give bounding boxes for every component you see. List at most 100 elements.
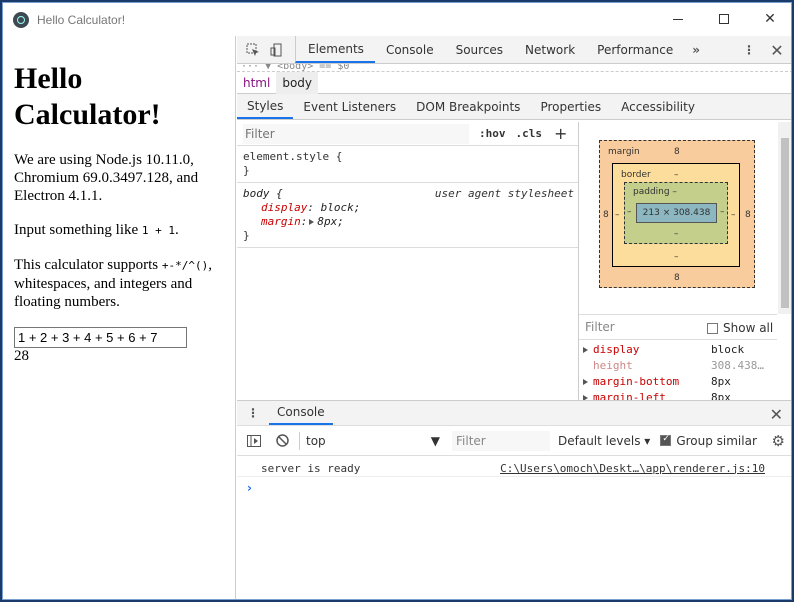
tab-sources[interactable]: Sources	[445, 36, 514, 63]
group-similar-checkbox[interactable]	[660, 434, 672, 446]
show-all-toggle[interactable]: Show all	[707, 321, 773, 335]
calculator-page: Hello Calculator! We are using Node.js 1…	[3, 36, 236, 599]
box-model-border[interactable]: border – – – – padding – – – – 213 × 308…	[612, 163, 740, 267]
close-window-button[interactable]: ✕	[747, 3, 791, 35]
tab-elements[interactable]: Elements	[295, 36, 375, 63]
subtab-event-listeners[interactable]: Event Listeners	[293, 94, 406, 119]
computed-scrollbar[interactable]	[778, 122, 791, 314]
console-drawer: ⋮ Console ✕ top ▼ Filter Default levels ▾…	[237, 400, 791, 599]
styles-filter-input[interactable]	[243, 123, 469, 144]
rule-source[interactable]: user agent stylesheet	[435, 187, 574, 201]
computed-value: block	[711, 343, 745, 356]
input-hint-suffix: .	[175, 222, 179, 238]
expand-arrow-icon[interactable]	[309, 219, 315, 225]
subtab-dom-breakpoints[interactable]: DOM Breakpoints	[406, 94, 530, 119]
border-right-value[interactable]: –	[731, 210, 736, 220]
box-model-margin[interactable]: margin 8 8 8 8 border – – – – padding – …	[599, 140, 755, 288]
expand-arrow-icon[interactable]	[583, 379, 588, 385]
devtools-tabbar: Elements Console Sources Network Perform…	[237, 36, 791, 64]
more-tabs-button[interactable]: »	[684, 36, 708, 63]
drawer-menu-icon[interactable]: ⋮	[237, 401, 269, 425]
body-rule[interactable]: user agent stylesheet body { display: bl…	[237, 183, 578, 248]
inspect-element-icon[interactable]	[241, 36, 265, 63]
log-levels-label: Default levels	[558, 433, 641, 448]
toolbar-divider	[299, 431, 300, 450]
input-hint-example: 1 + 1	[141, 224, 176, 237]
group-similar-toggle[interactable]: Group similar	[660, 434, 757, 448]
box-model-content[interactable]: 213 × 308.438	[636, 203, 717, 223]
subtab-properties[interactable]: Properties	[530, 94, 611, 119]
context-value: top	[306, 433, 326, 448]
computed-row-display[interactable]: display block	[579, 342, 777, 358]
new-rule-button[interactable]: +	[554, 124, 567, 143]
log-levels-dropdown[interactable]: Default levels ▾	[558, 434, 650, 448]
margin-bottom-value[interactable]: 8	[674, 273, 680, 283]
console-prompt[interactable]: ›	[237, 481, 791, 495]
show-all-checkbox[interactable]	[707, 322, 718, 334]
prop-name: display	[261, 201, 308, 214]
margin-left-value[interactable]: 8	[603, 210, 609, 220]
computed-row-height[interactable]: height 308.438…	[579, 358, 777, 374]
gear-icon[interactable]: ⚙	[772, 432, 785, 450]
styles-filter-bar: :hov .cls +	[237, 122, 578, 146]
subtab-styles[interactable]: Styles	[237, 94, 294, 119]
context-selector[interactable]: top ▼	[306, 434, 444, 448]
dropdown-arrow-icon: ▼	[430, 433, 440, 448]
border-label: border	[621, 170, 651, 180]
maximize-button[interactable]	[701, 3, 747, 35]
margin-right-value[interactable]: 8	[745, 210, 751, 220]
console-message: server is ready C:\Users\omoch\Deskt…\ap…	[237, 460, 791, 477]
supports-prefix: This calculator supports	[14, 257, 162, 273]
breadcrumb-html[interactable]: html	[237, 72, 276, 94]
hov-button[interactable]: :hov	[479, 127, 506, 140]
console-toolbar: top ▼ Filter Default levels ▾ Group simil…	[237, 426, 791, 456]
console-filter-input[interactable]: Filter	[452, 430, 550, 451]
breadcrumb: html body	[237, 71, 791, 94]
padding-left-value[interactable]: –	[627, 207, 632, 217]
drawer-tab-console[interactable]: Console	[269, 401, 333, 425]
box-model-padding[interactable]: padding – – – – 213 × 308.438	[624, 182, 728, 244]
minimize-button[interactable]	[655, 3, 701, 35]
console-message-source[interactable]: C:\Users\omoch\Deskt…\app\renderer.js:10	[500, 462, 765, 475]
computed-filter-bar: Filter Show all	[579, 314, 777, 340]
css-property-margin[interactable]: margin: 8px;	[243, 215, 572, 229]
prop-value: 8px;	[317, 215, 344, 228]
console-message-text: server is ready	[261, 461, 361, 475]
border-top-value[interactable]: –	[674, 170, 679, 180]
computed-value: 8px	[711, 375, 731, 388]
device-toolbar-icon[interactable]	[265, 36, 289, 63]
scrollbar-thumb[interactable]	[781, 138, 789, 308]
calc-result: 28	[14, 348, 29, 364]
styles-pane: :hov .cls + element.style { } user agent…	[237, 122, 578, 434]
padding-bottom-value[interactable]: –	[674, 229, 679, 239]
close-devtools-icon[interactable]: ✕	[765, 36, 789, 64]
padding-right-value[interactable]: –	[720, 207, 725, 217]
computed-value: 308.438…	[711, 359, 764, 372]
border-left-value[interactable]: –	[615, 210, 620, 220]
close-drawer-icon[interactable]: ✕	[770, 405, 783, 424]
margin-top-value[interactable]: 8	[674, 147, 680, 157]
expand-arrow-icon[interactable]	[583, 347, 588, 353]
border-bottom-value[interactable]: –	[674, 252, 679, 262]
css-property-display[interactable]: display: block;	[243, 201, 572, 215]
show-all-label: Show all	[723, 321, 774, 335]
sidebar-toggle-icon[interactable]	[243, 430, 265, 452]
cls-button[interactable]: .cls	[516, 127, 543, 140]
computed-filter-input[interactable]: Filter	[585, 320, 615, 334]
subtab-accessibility[interactable]: Accessibility	[611, 94, 705, 119]
computed-row-margin-bottom[interactable]: margin-bottom 8px	[579, 374, 777, 390]
clear-console-icon[interactable]	[271, 430, 293, 452]
computed-name: height	[593, 359, 633, 372]
expression-input[interactable]	[14, 327, 187, 348]
element-style-rule[interactable]: element.style { }	[237, 146, 578, 183]
tab-performance[interactable]: Performance	[586, 36, 684, 63]
minimize-icon	[673, 18, 683, 20]
breadcrumb-body[interactable]: body	[276, 71, 319, 94]
electron-app-icon	[13, 11, 29, 28]
devtools-menu-icon[interactable]: ⋮	[739, 36, 759, 64]
computed-pane: margin 8 8 8 8 border – – – – padding – …	[578, 122, 791, 434]
tab-network[interactable]: Network	[514, 36, 586, 63]
title-bar[interactable]: Hello Calculator! ✕	[3, 3, 791, 36]
tab-console[interactable]: Console	[375, 36, 445, 63]
window-title: Hello Calculator!	[37, 12, 126, 27]
